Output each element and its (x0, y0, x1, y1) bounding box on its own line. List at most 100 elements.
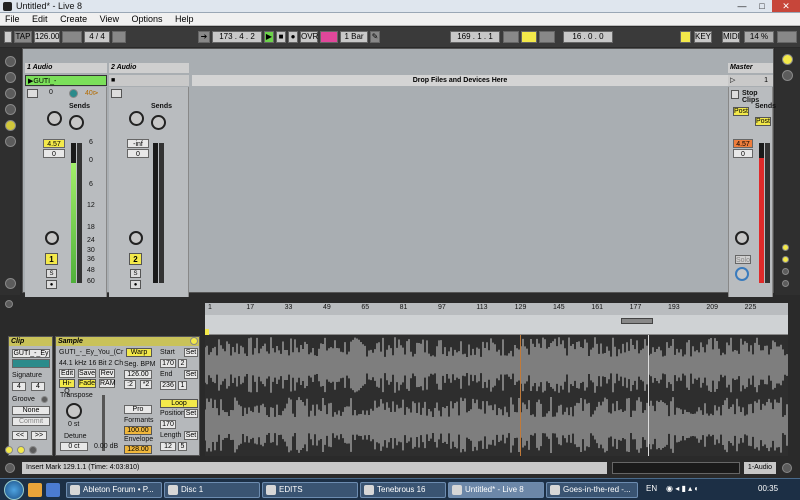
clip-slot-track2[interactable]: ■ (109, 75, 189, 86)
sample-save-button[interactable]: Save (78, 369, 96, 378)
detune-field[interactable]: 0 ct (60, 442, 88, 451)
scene-launch-icon[interactable]: ▷ (730, 77, 735, 84)
start-beat-field[interactable]: 2 (178, 359, 187, 368)
overview-icon[interactable] (5, 278, 16, 289)
taskbar-item[interactable]: Untitled* - Live 8 (448, 482, 544, 498)
post-button-b[interactable]: Post (755, 117, 771, 126)
track1-pan-field[interactable]: 0 (43, 149, 65, 158)
groove-hot-swap-icon[interactable] (41, 396, 48, 403)
track1-fader[interactable] (77, 143, 82, 283)
menu-edit[interactable]: Edit (27, 13, 53, 25)
quick-launch-icon[interactable] (46, 483, 60, 497)
track2-arm-button[interactable]: ● (130, 280, 141, 289)
loop-button[interactable]: Loop (160, 399, 198, 408)
sample-edit-button[interactable]: Edit (59, 369, 75, 378)
loop-brace[interactable] (621, 318, 653, 324)
taskbar-item[interactable]: Ableton Forum • P... (66, 482, 162, 498)
clip-slot-track1[interactable]: ▶GUTI_-_Ey_You_(Corre (25, 75, 107, 96)
track1-volume-field[interactable]: 4.57 (43, 139, 65, 148)
waveform[interactable] (204, 335, 788, 456)
drop-zone[interactable]: Drop Files and Devices Here (192, 75, 728, 86)
quantize-menu[interactable]: 1 Bar (340, 31, 368, 43)
ram-button[interactable]: RAM (99, 379, 116, 388)
arrange-view-icon[interactable] (782, 70, 793, 81)
track1-solo-button[interactable]: S (46, 269, 57, 278)
set-length-button[interactable]: Set (184, 431, 198, 440)
nudge-buttons[interactable] (62, 31, 82, 43)
midi-map-button[interactable]: MIDI (722, 31, 740, 43)
song-position-field[interactable]: 173 . 4 . 2 (212, 31, 262, 43)
language-indicator[interactable]: EN (646, 484, 657, 493)
punch-in-button[interactable] (503, 31, 519, 43)
start-button[interactable] (4, 480, 24, 500)
stop-clips-button[interactable]: Stop Clips (742, 90, 772, 104)
stop-clips-icon[interactable] (731, 90, 739, 99)
cue-solo-button[interactable]: Solo (735, 255, 751, 264)
clip-box-toggle-icon[interactable] (5, 446, 13, 454)
signature-numerator[interactable]: 4 (12, 382, 26, 391)
track-header-1[interactable]: 1 Audio (25, 63, 107, 73)
end-bar-field[interactable]: 236 (160, 381, 176, 390)
file-browser-3-icon[interactable] (5, 136, 16, 147)
launch-box-toggle-icon[interactable] (29, 446, 37, 454)
track2-pan-knob[interactable] (129, 231, 143, 245)
tempo-field[interactable]: 126.00 (34, 31, 60, 43)
set-start-button[interactable]: Set (184, 348, 198, 357)
track2-solo-button[interactable]: S (130, 269, 141, 278)
returns-toggle-icon[interactable] (782, 268, 789, 275)
signature-denominator[interactable]: 4 (31, 382, 45, 391)
tray-icons[interactable]: ◉ ◂ ▮ ▴ ◐ (666, 484, 728, 496)
master-pan-field[interactable]: 0 (733, 149, 753, 158)
master-volume-field[interactable]: 4.57 (733, 139, 753, 148)
play-button[interactable]: ▶ (264, 31, 274, 43)
automation-arm-button[interactable] (320, 31, 338, 43)
taskbar-item[interactable]: Goes-in-the-red -... (546, 482, 638, 498)
warp-mode-select[interactable]: Pro (124, 405, 152, 414)
sample-display[interactable]: 1 17 33 49 65 81 97 113 129 145 161 177 193 209 225 (204, 303, 788, 456)
double-tempo-button[interactable]: *2 (140, 380, 152, 389)
master-track-header[interactable]: Master (728, 63, 773, 73)
end-beat-field[interactable]: 1 (178, 381, 187, 390)
track2-activator[interactable]: 2 (129, 253, 142, 265)
record-button[interactable]: ● (288, 31, 298, 43)
in-out-toggle-icon[interactable] (782, 244, 789, 251)
track2-pan-field[interactable]: 0 (127, 149, 149, 158)
detail-view-toggle-icon[interactable] (782, 463, 792, 473)
beat-ruler[interactable]: 1 17 33 49 65 81 97 113 129 145 161 177 193 209 225 (205, 303, 788, 315)
clip-nav-left-button[interactable]: << (12, 431, 28, 440)
computer-midi-keyboard-button[interactable] (680, 31, 691, 43)
sample-reverse-button[interactable]: Rev (99, 369, 115, 378)
transpose-knob[interactable] (66, 403, 82, 419)
menu-file[interactable]: File (0, 13, 25, 25)
metronome-button[interactable] (112, 31, 126, 43)
set-position-button[interactable]: Set (184, 409, 198, 418)
loop-length-field[interactable]: 16 . 0 . 0 (563, 31, 613, 43)
track1-monitor-icon[interactable] (69, 89, 78, 98)
loop-switch-button[interactable] (521, 31, 537, 43)
file-browser-2-icon[interactable] (5, 120, 16, 131)
menu-view[interactable]: View (95, 13, 124, 25)
clip-name-field[interactable]: GUTI_-_Ey (12, 349, 50, 358)
length-bar-field[interactable]: 12 (160, 442, 176, 451)
taskbar-item[interactable]: EDITS (262, 482, 358, 498)
maximize-button[interactable]: □ (752, 0, 772, 12)
browser-toggle-icon[interactable] (5, 56, 16, 67)
track1-pan-knob[interactable] (45, 231, 59, 245)
punch-out-button[interactable] (539, 31, 555, 43)
envelope-field[interactable]: 128.00 (124, 445, 152, 454)
track1-send-a-knob[interactable] (47, 111, 62, 126)
master-pan-knob[interactable] (735, 231, 749, 245)
loop-start-field[interactable]: 169 . 1 . 1 (450, 31, 500, 43)
cue-volume-knob[interactable] (735, 267, 749, 281)
set-end-button[interactable]: Set (184, 370, 198, 379)
track1-stop-button[interactable] (27, 89, 38, 98)
sample-panel-add-icon[interactable] (190, 337, 198, 345)
groove-select[interactable]: None (12, 406, 50, 415)
length-beat-field[interactable]: 5 (178, 442, 187, 451)
minimize-button[interactable]: — (732, 0, 752, 12)
track2-volume-field[interactable]: -inf (127, 139, 149, 148)
plugin-devices-icon[interactable] (5, 88, 16, 99)
hiq-button[interactable]: Hi-Q (59, 379, 75, 395)
follow-arrow-icon[interactable]: ➔ (198, 31, 210, 43)
formants-field[interactable]: 100.00 (124, 426, 152, 435)
